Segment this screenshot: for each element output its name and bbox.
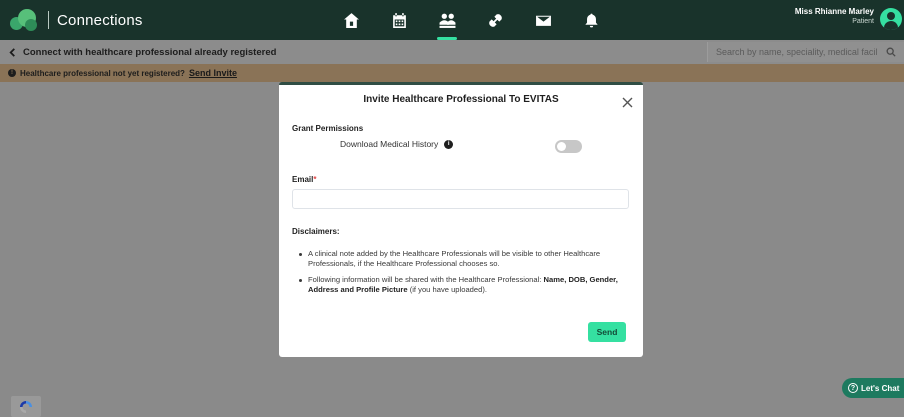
download-history-toggle[interactable]: [555, 140, 582, 153]
disclaimer-item: Following information will be shared wit…: [299, 275, 633, 295]
grant-permissions-label: Grant Permissions: [292, 124, 364, 133]
banner-question: Healthcare professional not yet register…: [20, 68, 185, 78]
search-box: [707, 42, 904, 62]
page-title: Connections: [57, 11, 143, 29]
not-registered-banner: ! Healthcare professional not yet regist…: [0, 64, 904, 82]
send-button[interactable]: Send: [588, 322, 626, 342]
disclaimers-label: Disclaimers:: [292, 227, 340, 236]
user-info[interactable]: Miss Rhianne Marley Patient: [795, 7, 874, 25]
top-nav-bar: Connections Miss Rhianne Marley Patient: [0, 0, 904, 40]
home-icon[interactable]: [327, 0, 375, 40]
mail-icon[interactable]: [519, 0, 567, 40]
modal-title: Invite Healthcare Professional To EVITAS: [363, 94, 559, 105]
calendar-icon[interactable]: [375, 0, 423, 40]
email-label: Email*: [292, 175, 317, 184]
sub-header: Connect with healthcare professional alr…: [0, 40, 904, 64]
user-name: Miss Rhianne Marley: [794, 7, 874, 16]
close-icon[interactable]: [622, 95, 633, 108]
avatar[interactable]: [880, 8, 902, 30]
disclaimer-item: A clinical note added by the Healthcare …: [299, 249, 633, 269]
help-icon: ?: [848, 383, 858, 393]
disclaimer-list: A clinical note added by the Healthcare …: [299, 249, 633, 301]
link-icon[interactable]: [471, 0, 519, 40]
main-nav: [327, 0, 615, 40]
info-icon: !: [8, 69, 16, 77]
app-logo[interactable]: [10, 6, 38, 34]
lets-chat-button[interactable]: ? Let's Chat: [842, 378, 904, 398]
title-divider: [48, 11, 49, 29]
people-icon[interactable]: [423, 0, 471, 40]
send-invite-link[interactable]: Send Invite: [189, 68, 237, 78]
permission-row: Download Medical History i: [340, 139, 454, 149]
back-link[interactable]: Connect with healthcare professional alr…: [8, 47, 276, 58]
chat-label: Let's Chat: [861, 383, 900, 393]
invite-modal: Invite Healthcare Professional To EVITAS…: [279, 82, 643, 357]
info-icon[interactable]: i: [444, 139, 454, 149]
search-input[interactable]: [708, 47, 886, 57]
permission-label: Download Medical History: [340, 139, 439, 149]
chevron-left-icon: [9, 47, 15, 57]
back-link-label: Connect with healthcare professional alr…: [23, 46, 277, 58]
bell-icon[interactable]: [567, 0, 615, 40]
user-role: Patient: [852, 18, 874, 25]
email-field[interactable]: [292, 189, 629, 209]
recaptcha-icon: [20, 400, 32, 413]
search-icon[interactable]: [886, 47, 896, 57]
required-mark: *: [313, 175, 317, 184]
recaptcha-badge[interactable]: [11, 396, 41, 417]
